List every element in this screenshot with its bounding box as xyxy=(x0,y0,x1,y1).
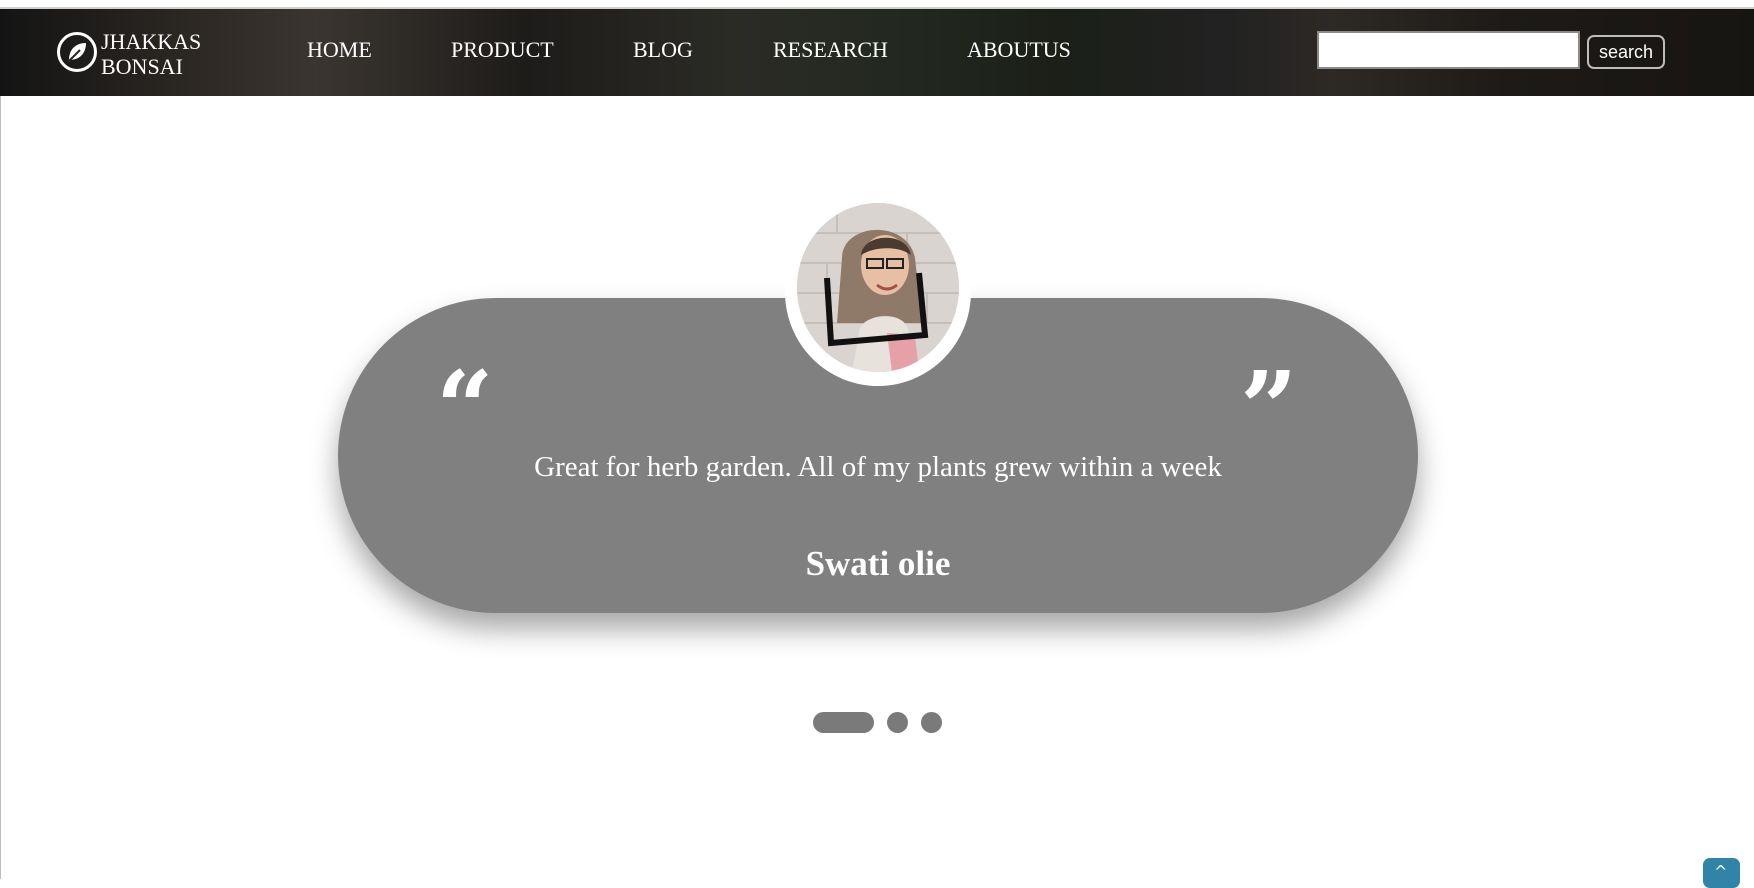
slider-dot-3[interactable] xyxy=(921,712,942,733)
brand-logo[interactable]: JHAKKAS BONSAI xyxy=(57,29,217,79)
testimonial-author: Swati olie xyxy=(805,544,951,583)
nav-blog[interactable]: BLOG xyxy=(633,37,693,63)
nav-home[interactable]: HOME xyxy=(307,37,372,63)
avatar xyxy=(797,203,959,372)
nav-product[interactable]: PRODUCT xyxy=(451,37,554,63)
brand-name-line1: JHAKKAS xyxy=(101,29,202,54)
slider-dot-2[interactable] xyxy=(887,712,908,733)
search-button[interactable]: search xyxy=(1587,35,1665,69)
nav-aboutus[interactable]: ABOUTUS xyxy=(967,37,1071,63)
chevron-up-icon: ^ xyxy=(1714,862,1728,881)
brand-name: JHAKKAS BONSAI xyxy=(101,29,201,79)
quote-open-icon: “ xyxy=(436,349,494,467)
page-left-border xyxy=(0,96,1,879)
slider-dot-1-active[interactable] xyxy=(813,712,874,733)
nav-research[interactable]: RESEARCH xyxy=(773,37,888,63)
site-header: JHAKKAS BONSAI HOME PRODUCT BLOG RESEARC… xyxy=(0,9,1754,96)
quote-close-icon: ” xyxy=(1240,349,1298,467)
browser-top-border xyxy=(0,0,1754,9)
brand-name-line2: BONSAI xyxy=(101,54,183,79)
testimonial-text: Great for herb garden. All of my plants … xyxy=(534,451,1222,483)
search-input[interactable] xyxy=(1317,31,1580,69)
leaf-icon xyxy=(57,32,97,72)
back-to-top-button[interactable]: ^ xyxy=(1703,858,1740,888)
